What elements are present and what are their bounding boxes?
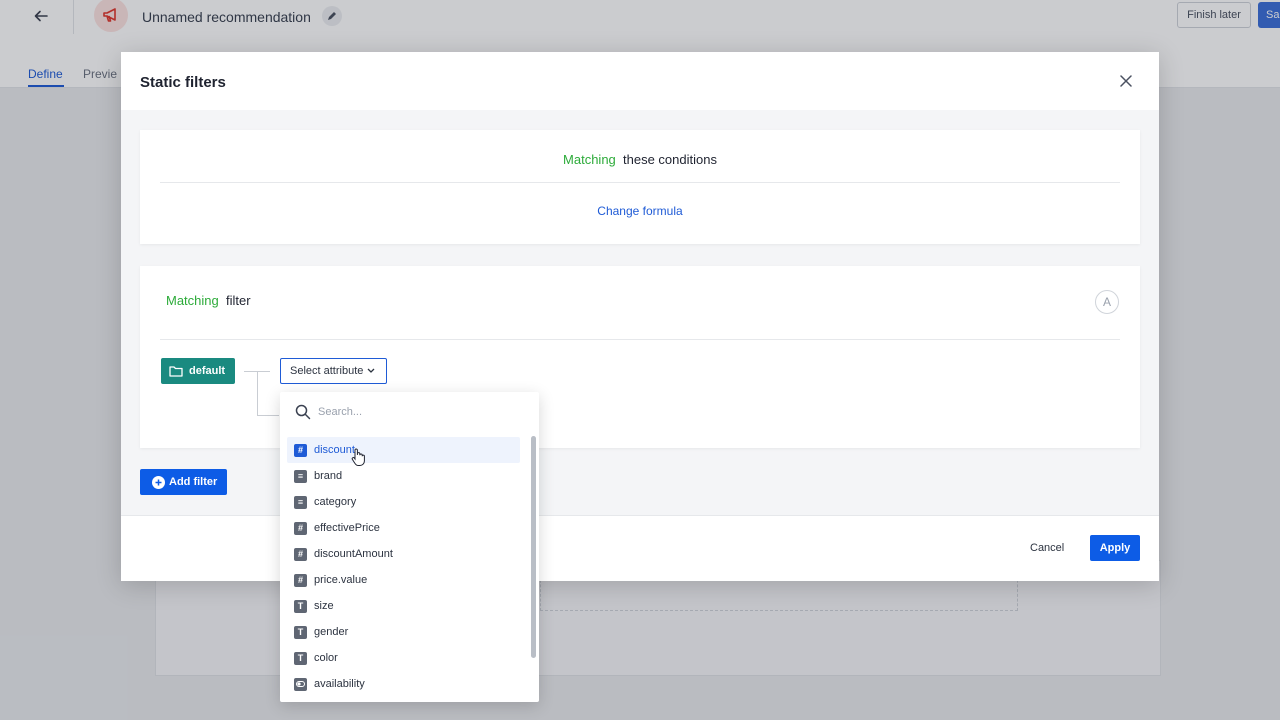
dropdown-scrollbar-thumb[interactable] [531, 436, 536, 658]
number-icon: # [294, 443, 307, 457]
modal-footer: Cancel Apply [121, 515, 1159, 581]
plus-circle-icon [152, 475, 165, 489]
add-filter-label: Add filter [169, 476, 218, 488]
number-icon: # [294, 573, 307, 587]
list-item-label: color [314, 652, 338, 664]
list-item-label: effectivePrice [314, 522, 380, 534]
default-group-label: default [189, 365, 226, 377]
select-attribute-dropdown[interactable]: Select attribute [280, 358, 387, 384]
text-icon: T [294, 651, 307, 665]
list-icon: ≡ [294, 469, 307, 483]
tree-connector [257, 415, 279, 416]
formula-matching-label: Matching [563, 152, 616, 167]
modal-header: Static filters [121, 52, 1159, 110]
formula-conditions-label: these conditions [623, 152, 717, 167]
list-item-label: size [314, 600, 334, 612]
close-icon[interactable] [1117, 72, 1135, 90]
list-item[interactable]: T size [287, 593, 520, 619]
list-item[interactable]: # price.value [287, 567, 520, 593]
attribute-dropdown-menu: # discount ≡ brand ≡ category # effectiv… [280, 392, 539, 702]
list-item-label: price.value [314, 574, 368, 586]
attribute-list: # discount ≡ brand ≡ category # effectiv… [287, 437, 520, 697]
list-item[interactable]: ≡ brand [287, 463, 520, 489]
tree-connector [257, 371, 258, 415]
list-item[interactable]: # discount [287, 437, 520, 463]
default-group-chip[interactable]: default [161, 358, 235, 384]
list-item[interactable]: # discountAmount [287, 541, 520, 567]
number-icon: # [294, 547, 307, 561]
filter-matching-label: Matching [166, 293, 219, 308]
folder-icon [169, 366, 183, 377]
modal-title: Static filters [140, 74, 226, 91]
list-item-label: brand [314, 470, 343, 482]
hand-cursor-icon [351, 448, 365, 466]
list-item-label: gender [314, 626, 349, 638]
list-icon: ≡ [294, 495, 307, 509]
select-attribute-label: Select attribute [290, 365, 364, 377]
filter-letter-badge: A [1095, 290, 1119, 314]
search-icon [295, 404, 311, 420]
chevron-down-icon [367, 368, 375, 373]
change-formula-link[interactable]: Change formula [140, 204, 1140, 218]
filter-title: Matching filter [166, 293, 251, 308]
list-item-label: discount [314, 444, 355, 456]
list-item[interactable]: T gender [287, 619, 520, 645]
boolean-icon [294, 677, 307, 691]
formula-card: Matching these conditions Change formula [140, 130, 1140, 244]
filter-label: filter [225, 293, 251, 308]
list-item[interactable]: ≡ category [287, 489, 520, 515]
static-filters-modal: Static filters Matching these conditions… [121, 52, 1159, 581]
list-item-label: availability [314, 678, 365, 690]
number-icon: # [294, 521, 307, 535]
list-item[interactable]: # effectivePrice [287, 515, 520, 541]
cancel-button[interactable]: Cancel [1030, 542, 1064, 554]
list-item-label: discountAmount [314, 548, 393, 560]
divider [160, 339, 1120, 340]
list-item[interactable]: availability [287, 671, 520, 697]
apply-button[interactable]: Apply [1090, 535, 1140, 561]
dropdown-search [280, 392, 539, 432]
add-filter-button[interactable]: Add filter [140, 469, 227, 495]
divider [160, 182, 1120, 183]
list-item-label: category [314, 496, 357, 508]
text-icon: T [294, 599, 307, 613]
list-item[interactable]: T color [287, 645, 520, 671]
attribute-search-input[interactable] [318, 402, 518, 422]
text-icon: T [294, 625, 307, 639]
formula-summary: Matching these conditions [140, 152, 1140, 167]
